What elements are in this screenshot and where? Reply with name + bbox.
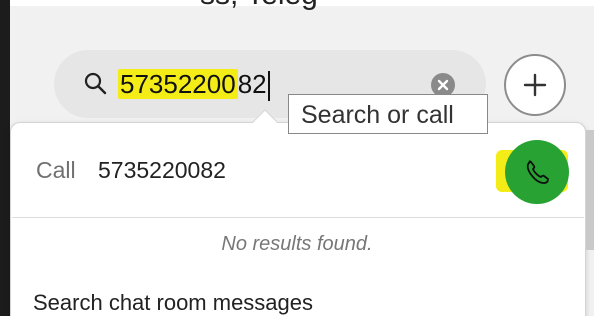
call-button[interactable] (505, 140, 569, 204)
search-highlight: 57352200 (118, 69, 238, 99)
search-input-rest: 82 (237, 69, 267, 99)
plus-icon (523, 73, 547, 97)
scrollbar[interactable] (586, 130, 594, 250)
header-partial-text: ss, Teleg (200, 0, 318, 12)
search-icon (84, 72, 107, 95)
call-number: 5735220082 (98, 157, 226, 183)
divider (12, 217, 584, 218)
no-results-text: No results found. (221, 233, 373, 255)
text-caret (267, 71, 270, 102)
search-chat-messages-item[interactable]: Search chat room messages (33, 290, 313, 316)
search-input[interactable]: 5735220082 (118, 66, 270, 102)
skype-search-panel: ss, Teleg 5735220082 Search or call Call… (0, 0, 594, 316)
call-label: Call (36, 157, 76, 183)
window-left-edge (0, 0, 10, 316)
phone-icon (526, 160, 549, 184)
add-button[interactable] (504, 54, 566, 116)
